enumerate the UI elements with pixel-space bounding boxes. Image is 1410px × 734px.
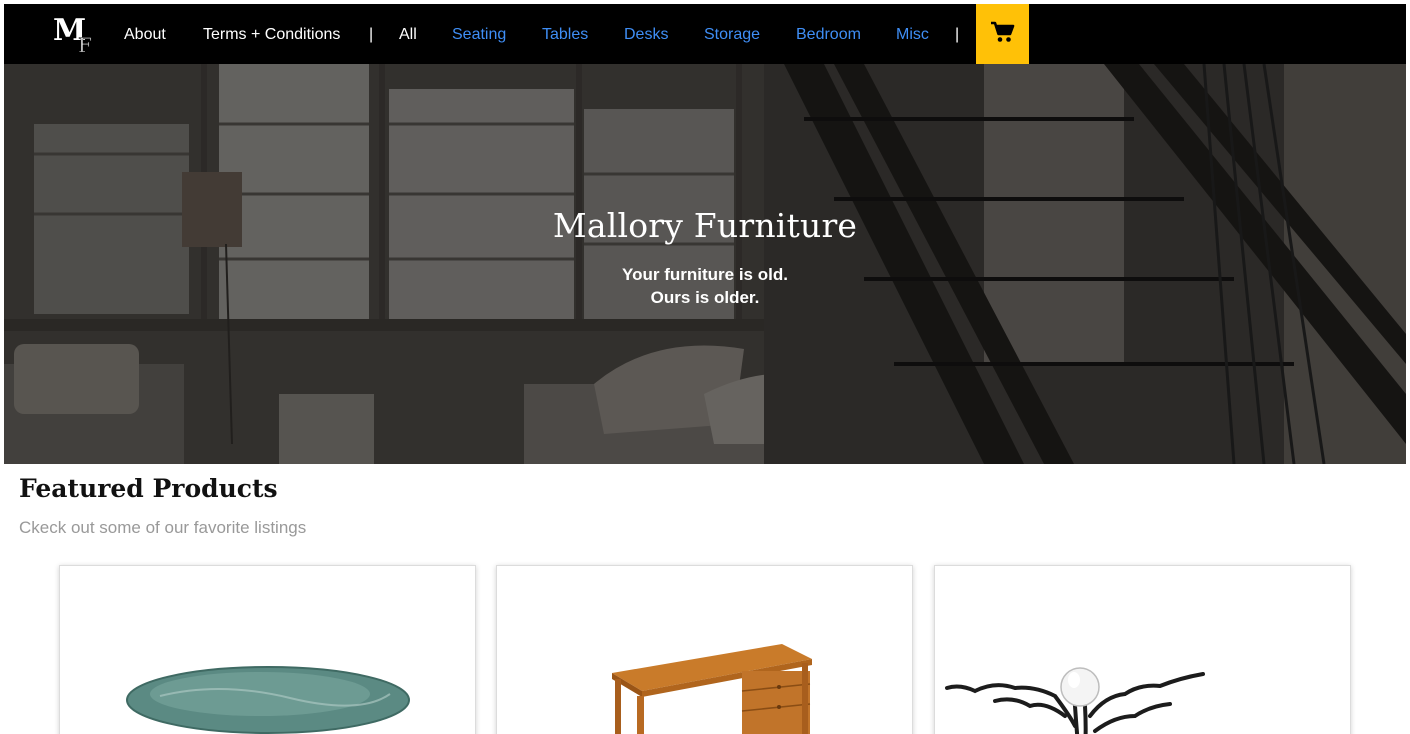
featured-products-heading: Featured Products <box>19 474 278 503</box>
hero-banner: Mallory Furniture Your furniture is old.… <box>4 64 1406 464</box>
nav-separator: | <box>955 26 960 43</box>
product-image-table <box>126 666 410 734</box>
product-image-desk <box>612 644 812 734</box>
nav-category-bedroom[interactable]: Bedroom <box>796 4 861 64</box>
product-image-sculpture-lamp <box>945 667 1205 734</box>
nav-category-seating[interactable]: Seating <box>452 4 506 64</box>
hero-title: Mallory Furniture <box>552 206 858 245</box>
page: M F About Terms + Conditions | All Seati… <box>4 4 1406 734</box>
product-card[interactable] <box>496 565 913 734</box>
nav-about[interactable]: About <box>124 4 166 64</box>
nav-all[interactable]: All <box>399 4 417 64</box>
nav-category-tables[interactable]: Tables <box>542 4 588 64</box>
product-card[interactable] <box>934 565 1351 734</box>
hero-background-image <box>4 64 1406 464</box>
svg-text:F: F <box>78 33 92 53</box>
nav-category-storage[interactable]: Storage <box>704 4 760 64</box>
nav-category-misc[interactable]: Misc <box>896 4 929 64</box>
cart-button[interactable] <box>976 4 1029 64</box>
shopping-cart-icon <box>990 21 1015 48</box>
nav-separator: | <box>369 26 374 43</box>
hero-tagline-line-1: Your furniture is old. <box>622 265 788 284</box>
product-card[interactable] <box>59 565 476 734</box>
nav-category-desks[interactable]: Desks <box>624 4 668 64</box>
top-navbar: M F About Terms + Conditions | All Seati… <box>4 4 1406 64</box>
hero-tagline-line-2: Ours is older. <box>650 288 760 307</box>
site-logo[interactable]: M F <box>52 13 102 57</box>
featured-products-subtitle: Ckeck out some of our favorite listings <box>19 518 307 537</box>
nav-terms-conditions[interactable]: Terms + Conditions <box>203 4 340 64</box>
